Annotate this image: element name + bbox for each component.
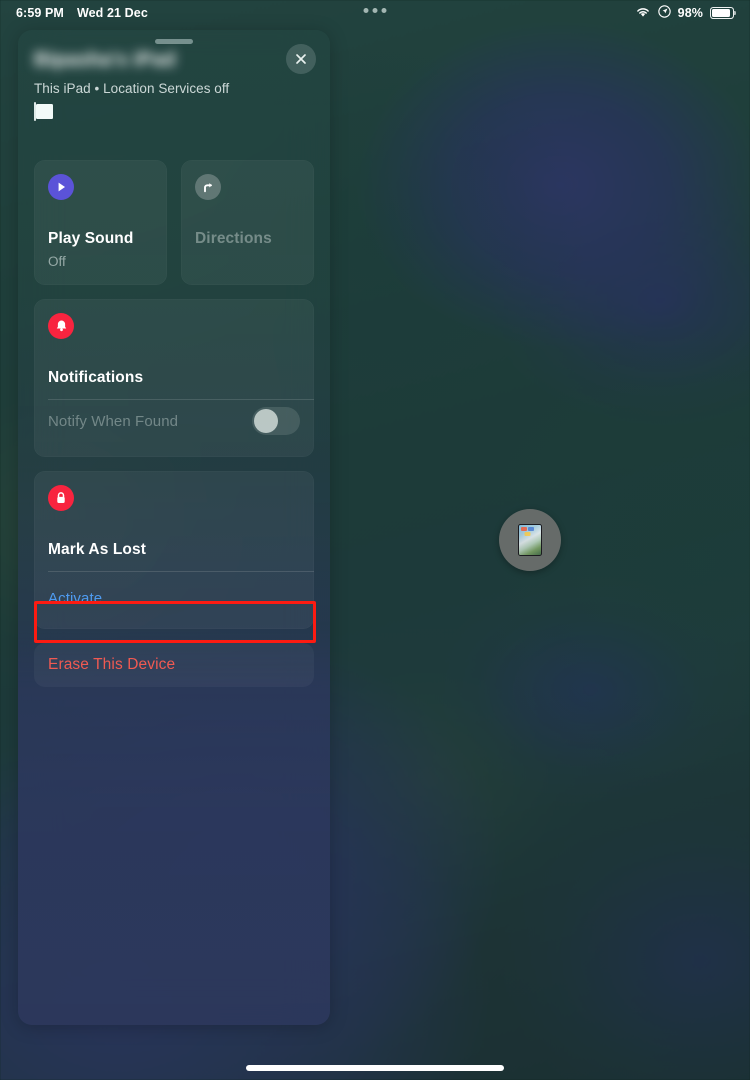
- mark-as-lost-title: Mark As Lost: [48, 541, 146, 558]
- notifications-card[interactable]: Notifications Notify When Found: [34, 299, 314, 457]
- status-date: Wed 21 Dec: [76, 6, 148, 20]
- device-marker-icon[interactable]: [499, 509, 561, 571]
- panel-header: Bipasha's iPad This iPad • Location Serv…: [34, 48, 316, 121]
- action-cards: Play Sound Off Directions Notifications …: [34, 160, 314, 687]
- close-icon: [296, 54, 306, 64]
- lock-icon: [48, 485, 74, 511]
- erase-this-device-label: Erase This Device: [48, 656, 176, 673]
- battery-icon: [710, 7, 737, 19]
- home-indicator[interactable]: [246, 1065, 504, 1071]
- device-subtitle: This iPad • Location Services off: [34, 81, 230, 96]
- notify-when-found-label: Notify When Found: [48, 412, 179, 430]
- notifications-divider: [48, 399, 314, 400]
- wifi-icon: [635, 6, 651, 21]
- battery-icon: [34, 102, 53, 121]
- top-card-row: Play Sound Off Directions: [34, 160, 314, 285]
- status-time: 6:59 PM: [16, 6, 64, 20]
- device-battery-row: [34, 102, 316, 121]
- mark-as-lost-card[interactable]: Mark As Lost Activate: [34, 471, 314, 629]
- directions-arrow-icon: [195, 174, 221, 200]
- notify-when-found-row[interactable]: Notify When Found: [48, 407, 300, 435]
- erase-this-device-button[interactable]: Erase This Device: [34, 643, 314, 687]
- sheet-grabber[interactable]: [155, 39, 193, 44]
- mark-as-lost-divider: [48, 571, 314, 572]
- status-battery-percent: 98%: [677, 6, 703, 20]
- play-icon: [48, 174, 74, 200]
- activate-link[interactable]: Activate: [48, 590, 102, 607]
- directions-title: Directions: [195, 230, 272, 247]
- status-bar: 6:59 PM Wed 21 Dec 98%: [0, 0, 750, 26]
- find-my-device-panel: Bipasha's iPad This iPad • Location Serv…: [18, 30, 330, 1025]
- device-marker-thumbnail: [518, 524, 542, 556]
- bell-icon: [48, 313, 74, 339]
- close-button[interactable]: [286, 44, 316, 74]
- notify-when-found-toggle[interactable]: [252, 407, 300, 435]
- play-sound-title: Play Sound: [48, 230, 134, 247]
- play-sound-card[interactable]: Play Sound Off: [34, 160, 167, 285]
- play-sound-status: Off: [48, 254, 66, 269]
- ipad-find-my-screen: 6:59 PM Wed 21 Dec 98% Bipasha's iPad Th…: [0, 0, 750, 1080]
- multitasking-dots-icon[interactable]: [363, 8, 387, 13]
- notifications-title: Notifications: [48, 369, 144, 386]
- device-name: Bipasha's iPad: [34, 49, 176, 71]
- location-services-icon: [657, 5, 671, 21]
- directions-card[interactable]: Directions: [181, 160, 314, 285]
